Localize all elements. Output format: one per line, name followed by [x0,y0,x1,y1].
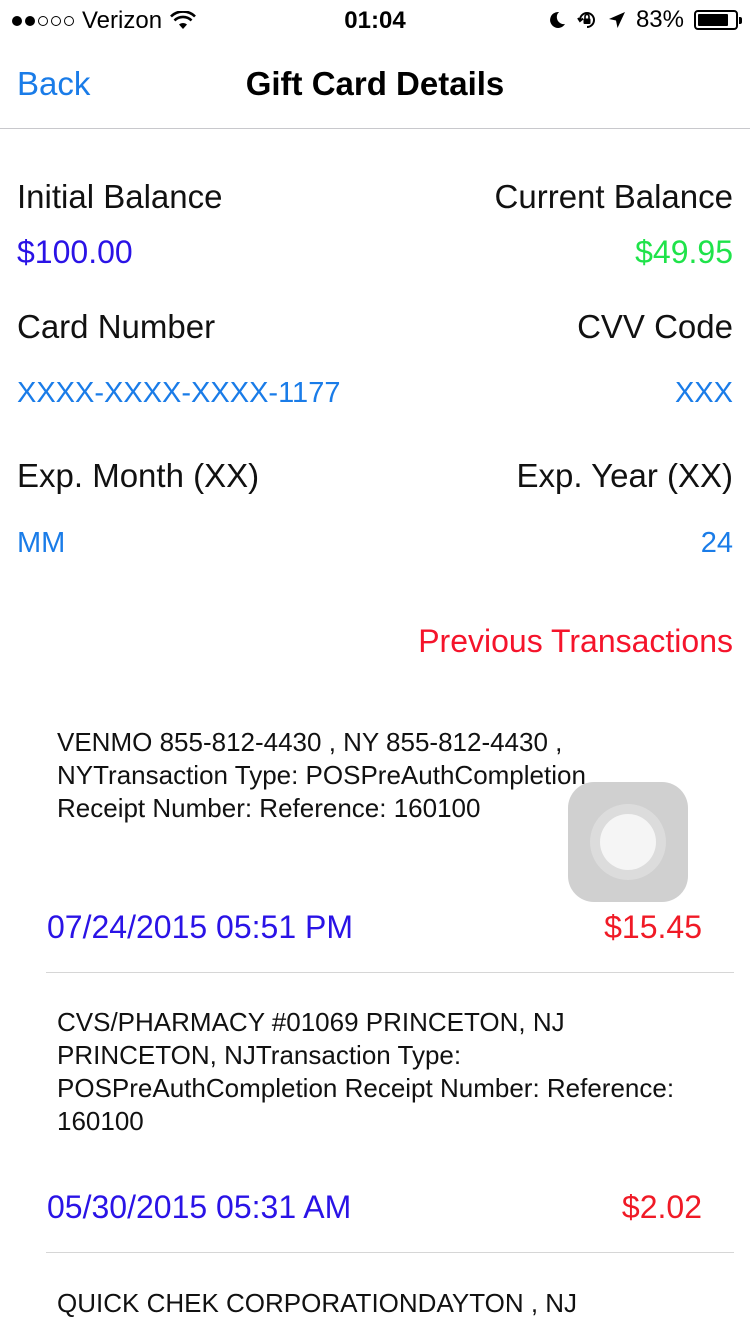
rotation-lock-icon [577,12,595,28]
battery-percent: 83% [635,6,684,33]
page-title: Gift Card Details [245,65,505,102]
exp-year-label: Exp. Year (XX) [516,457,733,494]
status-right: 83% [548,6,742,34]
exp-month-label: Exp. Month (XX) [17,457,260,494]
row-divider [46,1252,734,1253]
location-arrow-icon [608,12,625,28]
navigation-bar: Back Gift Card Details [0,40,750,129]
cvv-label: CVV Code [577,308,733,345]
transaction-amount: $2.02 [621,1189,702,1225]
battery-icon [694,10,742,30]
initial-balance-value: $100.00 [17,234,133,270]
exp-month-value[interactable]: MM [17,527,65,560]
assistive-touch-button[interactable] [568,782,688,902]
transaction-description: QUICK CHEK CORPORATIONDAYTON , NJ [57,1288,578,1318]
moon-icon [550,11,565,28]
transaction-amount: $15.45 [604,909,702,945]
row-divider [46,972,734,973]
assistive-touch-center [600,814,656,870]
status-bar: Verizon 01:04 83% [0,0,750,40]
previous-transactions-heading[interactable]: Previous Transactions [418,623,733,660]
current-balance-label: Current Balance [494,178,733,215]
card-number-label: Card Number [17,308,216,345]
transaction-description: CVS/PHARMACY #01069 PRINCETON, NJ PRINCE… [57,1007,675,1136]
cvv-value[interactable]: XXX [675,377,733,410]
initial-balance-label: Initial Balance [17,178,223,215]
exp-year-value[interactable]: 24 [701,527,733,560]
current-balance-value: $49.95 [635,234,733,270]
transaction-date: 05/30/2015 05:31 AM [47,1189,352,1225]
card-number-value[interactable]: XXXX-XXXX-XXXX-1177 [17,377,340,410]
transaction-date: 07/24/2015 05:51 PM [47,909,354,945]
